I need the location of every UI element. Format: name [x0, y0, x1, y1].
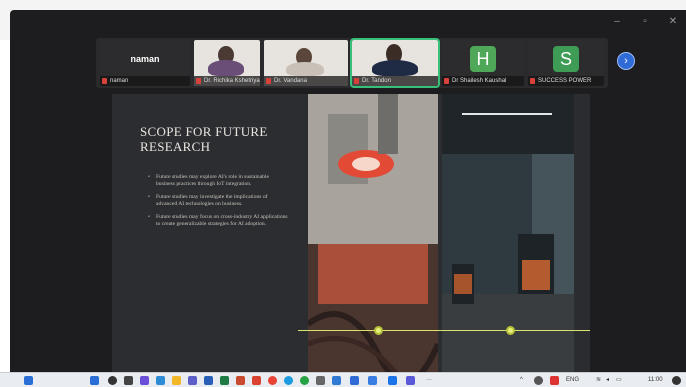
- slide-title: SCOPE FOR FUTURE RESEARCH: [140, 124, 268, 154]
- window-controls: – ▫ ✕: [612, 16, 678, 27]
- slide-image-edge: [578, 94, 590, 376]
- app-icon[interactable]: [388, 376, 397, 385]
- app-icon[interactable]: [156, 376, 165, 385]
- excel-icon[interactable]: [220, 376, 229, 385]
- battery-icon[interactable]: ▭: [616, 376, 622, 385]
- participant-name-bar: Dr Shailesh Kaushal: [442, 76, 524, 86]
- participant-name-bar: Dr. Vandana: [264, 76, 348, 86]
- participant-name-bar: naman: [100, 76, 190, 86]
- slide-image-robot-arm: [308, 94, 438, 376]
- windows-icon[interactable]: [90, 376, 99, 385]
- maximize-icon[interactable]: ▫: [640, 16, 650, 27]
- robot-arm-illustration: [308, 94, 438, 376]
- notification-icon[interactable]: [672, 376, 681, 385]
- participant-tile-avatar-s[interactable]: S SUCCESS POWER: [528, 40, 604, 86]
- participant-tile-video-2[interactable]: Dr. Vandana: [264, 40, 348, 86]
- participant-tile-naman[interactable]: naman naman: [100, 40, 190, 86]
- participant-name-bar: Dr. Tandon: [352, 76, 438, 86]
- next-participants-button[interactable]: ›: [617, 52, 635, 70]
- volume-icon[interactable]: ◂: [606, 376, 609, 385]
- slide-timeline-line: [298, 330, 590, 331]
- timeline-dot: [374, 326, 383, 335]
- app-icon[interactable]: [406, 376, 415, 385]
- mic-off-icon: [354, 78, 359, 84]
- chrome-icon[interactable]: [268, 376, 277, 385]
- app-icon[interactable]: [316, 376, 325, 385]
- slide-bullet: Future studies may focus on cross-indust…: [148, 214, 288, 228]
- app-icon[interactable]: [252, 376, 261, 385]
- windows-taskbar: ··· ^ ENG ≋ ◂ ▭ 11:00: [0, 372, 686, 387]
- close-icon[interactable]: ✕: [668, 16, 678, 27]
- overflow-icon[interactable]: ···: [426, 376, 432, 385]
- teams-icon[interactable]: [188, 376, 197, 385]
- minimize-icon[interactable]: –: [612, 16, 622, 27]
- word-icon[interactable]: [204, 376, 213, 385]
- participant-tile-video-active[interactable]: Dr. Tandon: [350, 38, 440, 88]
- chevron-right-icon: ›: [624, 55, 628, 67]
- mic-off-icon: [444, 78, 449, 84]
- language-indicator[interactable]: ENG: [566, 376, 579, 385]
- slide-text-panel: SCOPE FOR FUTURE RESEARCH Future studies…: [112, 94, 298, 376]
- app-icon[interactable]: [140, 376, 149, 385]
- tray-chevron-icon[interactable]: ^: [520, 376, 523, 385]
- participant-display-name: naman: [130, 54, 160, 64]
- folder-icon[interactable]: [172, 376, 181, 385]
- mic-off-icon: [196, 78, 201, 84]
- app-icon[interactable]: [350, 376, 359, 385]
- slide-bullet: Future studies may explore AI's role in …: [148, 174, 288, 188]
- mic-off-icon: [266, 78, 271, 84]
- app-icon[interactable]: [332, 376, 341, 385]
- search-icon[interactable]: [108, 376, 117, 385]
- timeline-dot: [506, 326, 515, 335]
- participant-tile-video-1[interactable]: Dr. Richika Kshetriya: [194, 40, 260, 86]
- clock[interactable]: 11:00: [648, 376, 663, 385]
- participant-name-bar: SUCCESS POWER: [528, 76, 604, 86]
- wifi-icon[interactable]: ≋: [596, 376, 601, 385]
- shared-slide: SCOPE FOR FUTURE RESEARCH Future studies…: [112, 94, 590, 376]
- participant-avatar: S: [553, 46, 579, 72]
- app-icon[interactable]: [368, 376, 377, 385]
- participants-strip: naman naman Dr. Richika Kshetriya Dr. Va…: [96, 38, 608, 88]
- task-view-icon[interactable]: [124, 376, 133, 385]
- participant-name-bar: Dr. Richika Kshetriya: [194, 76, 260, 86]
- tray-icon[interactable]: [534, 376, 543, 385]
- tray-icon[interactable]: [550, 376, 559, 385]
- slide-bullets: Future studies may explore AI's role in …: [148, 174, 288, 234]
- powerpoint-icon[interactable]: [236, 376, 245, 385]
- mic-off-icon: [102, 78, 107, 84]
- whatsapp-icon[interactable]: [300, 376, 309, 385]
- participant-avatar: H: [470, 46, 496, 72]
- edge-icon[interactable]: [284, 376, 293, 385]
- slide-bullet: Future studies may investigate the impli…: [148, 194, 288, 208]
- start-icon[interactable]: [24, 376, 33, 385]
- participant-tile-avatar-h[interactable]: H Dr Shailesh Kaushal: [442, 40, 524, 86]
- monitor-screen: – ▫ ✕ naman naman Dr. Richika Kshetriya: [10, 10, 686, 376]
- mic-off-icon: [530, 78, 535, 84]
